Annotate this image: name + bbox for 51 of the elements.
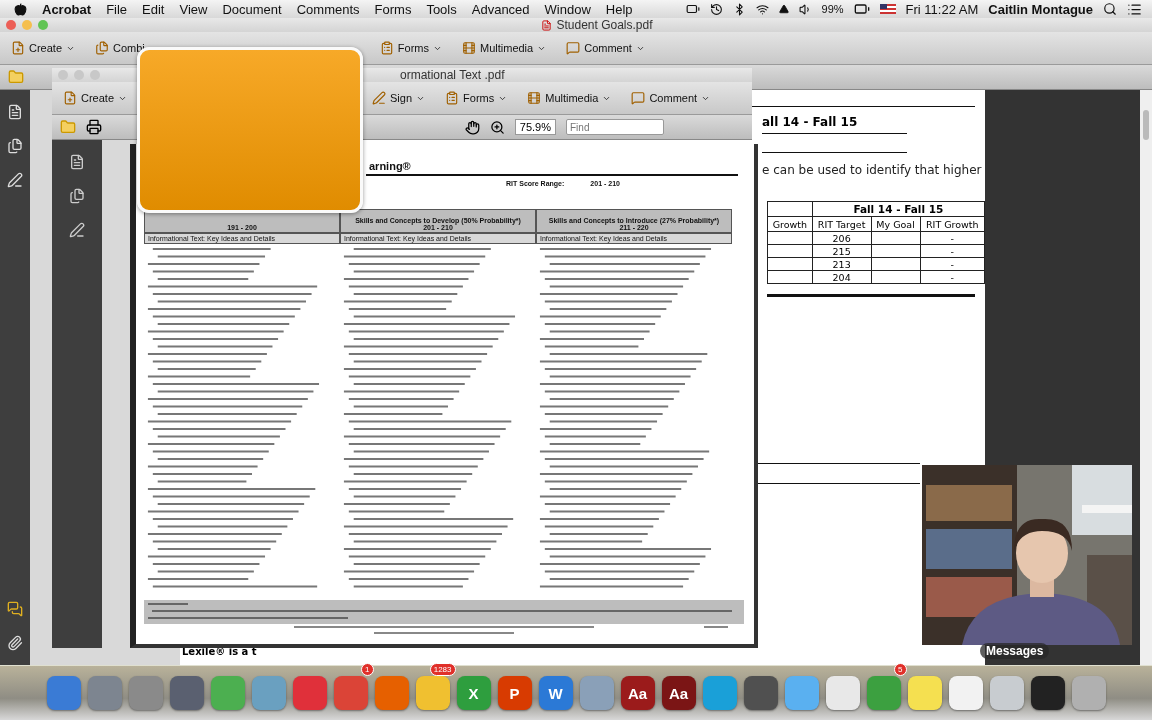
- table-cell: 215: [812, 244, 872, 258]
- menu-item[interactable]: Edit: [142, 1, 165, 17]
- battery-percent: 99%: [821, 3, 844, 15]
- window-title: ormational Text .pdf: [400, 68, 505, 82]
- app-icon[interactable]: W: [538, 676, 573, 710]
- table-cell: 204: [812, 270, 872, 284]
- app-icon[interactable]: P: [497, 676, 532, 710]
- column-header: RIT Growth: [920, 216, 985, 232]
- notification-badge: 1283: [429, 663, 456, 676]
- toolbar-button[interactable]: Comment: [628, 89, 714, 107]
- table-cell: -: [920, 257, 985, 271]
- table-cell: -: [920, 244, 985, 258]
- menu-item[interactable]: Advanced: [471, 1, 530, 17]
- notification-badge: 5: [894, 663, 907, 676]
- column-header: Growth: [767, 216, 813, 232]
- app-menu[interactable]: Acrobat: [42, 1, 92, 17]
- video-caption: Messages: [980, 643, 1050, 659]
- menu-item[interactable]: Tools: [426, 1, 457, 17]
- table-cell: 213: [812, 257, 872, 271]
- toolbar-button[interactable]: Multimedia: [459, 39, 550, 57]
- toolbar-button[interactable]: Forms: [376, 39, 445, 57]
- toolbar-button[interactable]: Multimedia: [524, 89, 615, 107]
- table-header: Fall 14 - Fall 15: [812, 201, 985, 217]
- table-cell: -: [920, 270, 985, 284]
- document-heading: all 14 - Fall 15: [762, 115, 859, 131]
- menu-item[interactable]: Help: [605, 1, 633, 17]
- column-header: RIT Target: [812, 216, 872, 232]
- menu-item[interactable]: View: [179, 1, 208, 17]
- window-title: Student Goals.pdf: [556, 18, 653, 32]
- menu-item[interactable]: Document: [222, 1, 282, 17]
- notification-badge: 1: [361, 663, 374, 676]
- menu-item[interactable]: Comments: [296, 1, 360, 17]
- toolbar-button[interactable]: Forms: [442, 89, 511, 107]
- menu-item[interactable]: Forms: [374, 1, 412, 17]
- app-icon[interactable]: Aa: [620, 676, 655, 710]
- user-name[interactable]: Caitlin Montague: [988, 1, 1093, 17]
- toolbar-button[interactable]: Comment: [563, 39, 648, 57]
- table-cell: 206: [812, 231, 872, 245]
- toolbar-button[interactable]: Create: [8, 39, 79, 57]
- toolbar-button[interactable]: Sign: [369, 89, 429, 107]
- toolbar-button[interactable]: Create: [60, 89, 131, 107]
- menu-item[interactable]: Window: [544, 1, 591, 17]
- page-title: arning®: [369, 160, 412, 172]
- document-text: e can be used to identify that higher: [762, 163, 983, 177]
- zoom-field[interactable]: 75.9%: [514, 119, 556, 135]
- app-icon[interactable]: Aa: [661, 676, 696, 710]
- clock[interactable]: Fri 11:22 AM: [905, 1, 979, 17]
- find-field[interactable]: Find: [566, 119, 664, 135]
- column-header: My Goal: [871, 216, 921, 232]
- menu-item[interactable]: File: [106, 1, 128, 17]
- table-cell: -: [920, 231, 985, 245]
